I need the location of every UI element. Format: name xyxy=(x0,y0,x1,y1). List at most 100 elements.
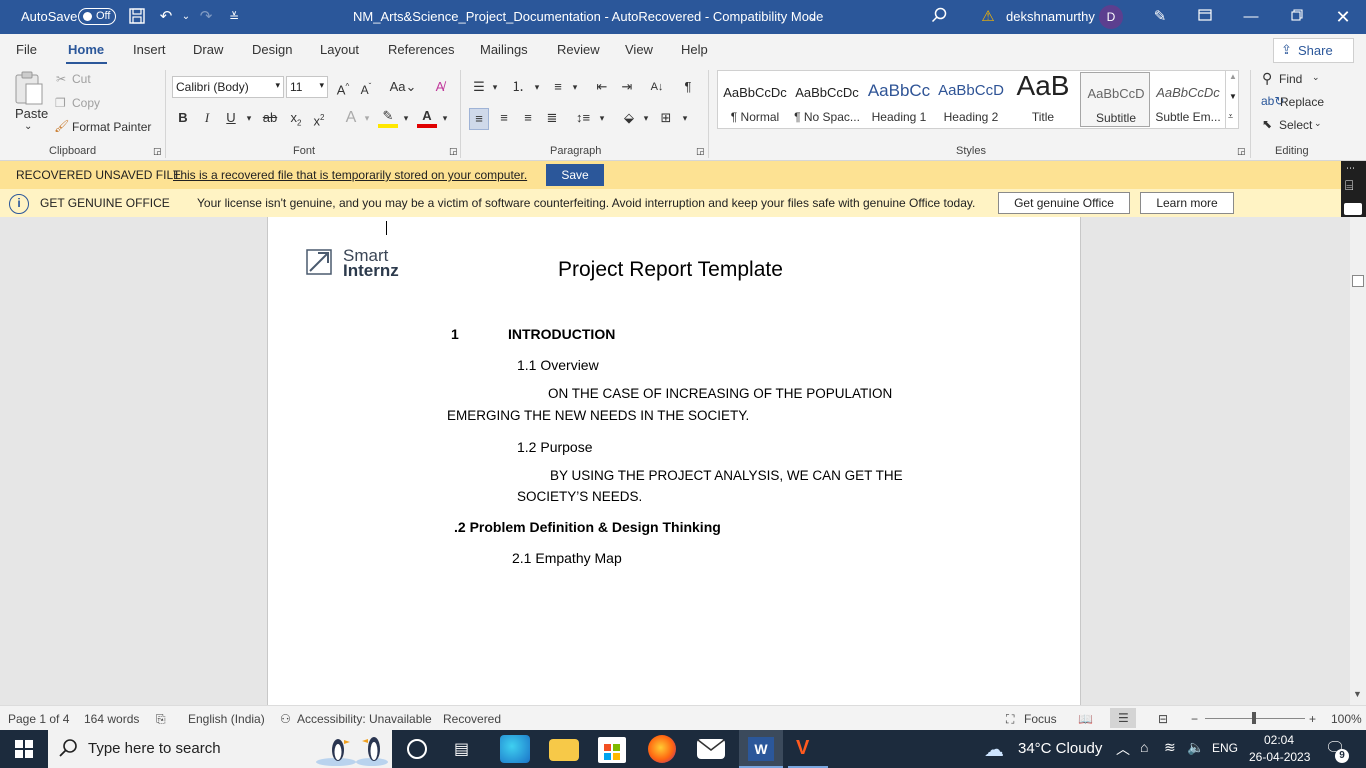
highlight-icon[interactable]: ✎ xyxy=(378,108,398,128)
taskbar-search[interactable]: Type here to search xyxy=(48,730,392,768)
numbering-icon[interactable]: ⒈ xyxy=(508,77,528,97)
redo-icon[interactable]: ↷ xyxy=(196,7,216,27)
align-left-icon[interactable]: ≡ xyxy=(469,108,489,130)
tab-draw[interactable]: Draw xyxy=(193,42,223,57)
borders-icon[interactable]: ⊞ xyxy=(656,108,676,128)
strikethrough-icon[interactable]: ab xyxy=(260,108,280,128)
tab-references[interactable]: References xyxy=(388,42,454,57)
styles-more-icon[interactable]: ⩡ xyxy=(1228,111,1233,122)
tab-design[interactable]: Design xyxy=(252,42,292,57)
document-page[interactable]: Smart Internz Project Report Template 1 … xyxy=(267,217,1081,705)
ribbon-display-icon[interactable] xyxy=(1195,7,1215,27)
focus-icon[interactable]: ⛶ xyxy=(1006,712,1014,727)
font-name-select[interactable]: Calibri (Body) ▾ xyxy=(172,76,284,98)
chevron-down-icon[interactable]: ▾ xyxy=(527,77,547,97)
clock-date[interactable]: 26-04-2023 xyxy=(1249,750,1310,764)
justify-icon[interactable]: ≣ xyxy=(542,108,562,128)
word-taskbar-button[interactable]: W xyxy=(739,730,783,768)
format-painter-icon[interactable]: 🖌 xyxy=(54,119,69,133)
cut-icon[interactable]: ✂ xyxy=(56,72,66,86)
web-layout-icon[interactable]: ⊟ xyxy=(1158,712,1168,726)
windows-start-icon[interactable] xyxy=(15,740,33,758)
align-right-icon[interactable]: ≡ xyxy=(518,108,538,128)
print-layout-icon[interactable]: ☰ xyxy=(1110,708,1136,728)
proofing-icon[interactable]: ⎘ xyxy=(156,712,166,727)
font-launcher-icon[interactable]: ◲ xyxy=(449,146,458,157)
show-formatting-icon[interactable]: ¶ xyxy=(678,77,698,97)
styles-launcher-icon[interactable]: ◲ xyxy=(1237,146,1246,157)
chevron-down-icon[interactable]: ▾ xyxy=(565,77,585,97)
store-icon[interactable] xyxy=(598,737,626,763)
video-icon[interactable] xyxy=(1344,203,1362,215)
chevron-down-icon[interactable]: ⌄ xyxy=(1314,118,1322,129)
font-color-icon[interactable]: A xyxy=(417,108,437,128)
replace-button[interactable]: Replace xyxy=(1280,95,1324,109)
zoom-slider-thumb[interactable] xyxy=(1252,712,1256,724)
copy-icon[interactable]: ❐ xyxy=(55,96,66,110)
clear-formatting-icon[interactable]: A̸ xyxy=(430,77,450,97)
undo-dropdown-icon[interactable]: ⌄ xyxy=(176,7,196,27)
decrease-indent-icon[interactable]: ⇤ xyxy=(592,77,612,97)
language[interactable]: English (India) xyxy=(188,712,265,726)
read-mode-icon[interactable]: 📖 xyxy=(1078,712,1093,726)
title-chevron-icon[interactable]: ⌄ xyxy=(803,7,823,27)
search-icon[interactable] xyxy=(929,7,949,27)
tab-help[interactable]: Help xyxy=(681,42,708,57)
recovered-message-link[interactable]: This is a recovered file that is tempora… xyxy=(173,168,527,182)
paste-dropdown-icon[interactable]: ⌄ xyxy=(24,121,32,132)
scroll-down-icon[interactable]: ▼ xyxy=(1353,689,1362,699)
cut-button[interactable]: Cut xyxy=(72,72,91,86)
scroll-up-icon[interactable]: ▲ xyxy=(1229,72,1237,81)
volume-icon[interactable]: 🔈 xyxy=(1187,739,1204,756)
tab-view[interactable]: View xyxy=(625,42,653,57)
style-title[interactable]: AaB Title xyxy=(1007,72,1079,127)
close-icon[interactable]: ✕ xyxy=(1333,7,1353,27)
chevron-down-icon[interactable]: ▾ xyxy=(239,108,259,128)
wifi-icon[interactable]: ≋ xyxy=(1164,739,1176,756)
style-normal[interactable]: AaBbCcDc ¶ Normal xyxy=(719,72,791,127)
find-button[interactable]: Find xyxy=(1279,72,1302,86)
save-icon[interactable] xyxy=(127,7,147,27)
pen-icon[interactable]: ✎ xyxy=(1150,7,1170,27)
focus-button[interactable]: Focus xyxy=(1024,712,1057,726)
page-count[interactable]: Page 1 of 4 xyxy=(8,712,69,726)
tab-insert[interactable]: Insert xyxy=(133,42,166,57)
username[interactable]: dekshnamurthy xyxy=(1006,9,1095,24)
show-hidden-icons-icon[interactable]: ︿ xyxy=(1116,739,1130,759)
chevron-down-icon[interactable]: ▾ xyxy=(396,108,416,128)
autosave-toggle[interactable]: Off xyxy=(78,8,116,25)
font-size-select[interactable]: 11 ▾ xyxy=(286,76,328,98)
align-center-icon[interactable]: ≡ xyxy=(494,108,514,128)
vertical-scrollbar[interactable]: ▼ xyxy=(1350,217,1366,705)
paragraph-launcher-icon[interactable]: ◲ xyxy=(696,146,705,157)
file-explorer-icon[interactable] xyxy=(549,739,579,761)
increase-indent-icon[interactable]: ⇥ xyxy=(617,77,637,97)
mail-icon[interactable] xyxy=(697,739,725,759)
styles-scroll[interactable]: ▲ ▼ ⩡ xyxy=(1225,71,1239,128)
tab-home[interactable]: Home xyxy=(68,42,104,57)
firefox-icon[interactable] xyxy=(648,735,676,763)
task-view-icon[interactable]: ▤ xyxy=(454,739,469,759)
copy-button[interactable]: Copy xyxy=(72,96,100,110)
scroll-thumb[interactable] xyxy=(1352,275,1364,287)
network-icon[interactable]: ⌂ xyxy=(1140,739,1148,755)
find-icon[interactable]: ⚲ xyxy=(1262,70,1272,87)
superscript-icon[interactable]: x2 xyxy=(309,108,329,131)
grow-font-icon[interactable]: A^ xyxy=(333,77,353,100)
app-taskbar-button[interactable]: V xyxy=(788,730,828,768)
zoom-level[interactable]: 100% xyxy=(1331,712,1362,726)
change-case-icon[interactable]: Aa⌄ xyxy=(388,77,418,97)
bold-icon[interactable]: B xyxy=(173,108,193,128)
subscript-icon[interactable]: x2 xyxy=(286,108,306,134)
clipboard-launcher-icon[interactable]: ◲ xyxy=(153,146,162,157)
zoom-in-icon[interactable]: + xyxy=(1309,712,1316,726)
undo-icon[interactable]: ↶ xyxy=(156,7,176,27)
avatar[interactable]: D xyxy=(1099,5,1123,29)
camera-icon[interactable]: ⌸ xyxy=(1345,177,1353,194)
word-count[interactable]: 164 words xyxy=(84,712,139,726)
chevron-down-icon[interactable]: ⌄ xyxy=(1312,72,1320,83)
tab-review[interactable]: Review xyxy=(557,42,600,57)
chevron-down-icon[interactable]: ▾ xyxy=(592,108,612,128)
style-subtitle[interactable]: AaBbCcD Subtitle xyxy=(1080,72,1150,127)
select-button[interactable]: Select xyxy=(1279,118,1312,132)
